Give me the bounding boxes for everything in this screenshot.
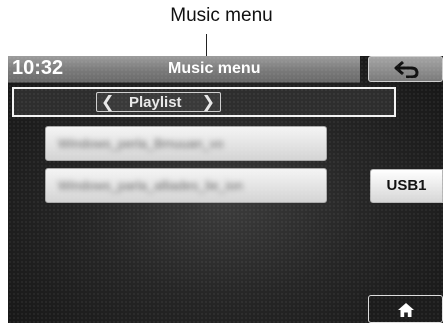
list-item[interactable]: Windows_parla_alliades_lie_ion xyxy=(45,168,327,203)
source-button[interactable]: USB1 xyxy=(370,169,443,203)
track-name: Windows_perla_Bmuuan_vo xyxy=(58,136,224,151)
back-button[interactable] xyxy=(368,56,443,82)
back-arrow-icon xyxy=(394,60,419,78)
track-name: Windows_parla_alliades_lie_ion xyxy=(58,178,244,193)
playlist-selector[interactable]: ❮ Playlist ❯ xyxy=(96,92,221,112)
home-button[interactable] xyxy=(368,295,443,323)
screen-title: Music menu xyxy=(168,60,261,77)
list-item[interactable]: Windows_perla_Bmuuan_vo xyxy=(45,126,327,161)
callout-label: Music menu xyxy=(170,5,273,26)
chevron-right-icon[interactable]: ❯ xyxy=(202,92,215,112)
title-bar: 10:32 Music menu xyxy=(8,56,360,83)
device-screen: 10:32 Music menu ❮ Playlist ❯ Windows_pe… xyxy=(8,56,443,323)
home-icon xyxy=(398,303,414,317)
page: Music menu 10:32 Music menu ❮ Playlist ❯… xyxy=(0,0,443,323)
clock: 10:32 xyxy=(12,57,64,79)
chevron-left-icon[interactable]: ❮ xyxy=(101,92,114,112)
playlist-label: Playlist xyxy=(129,94,182,111)
